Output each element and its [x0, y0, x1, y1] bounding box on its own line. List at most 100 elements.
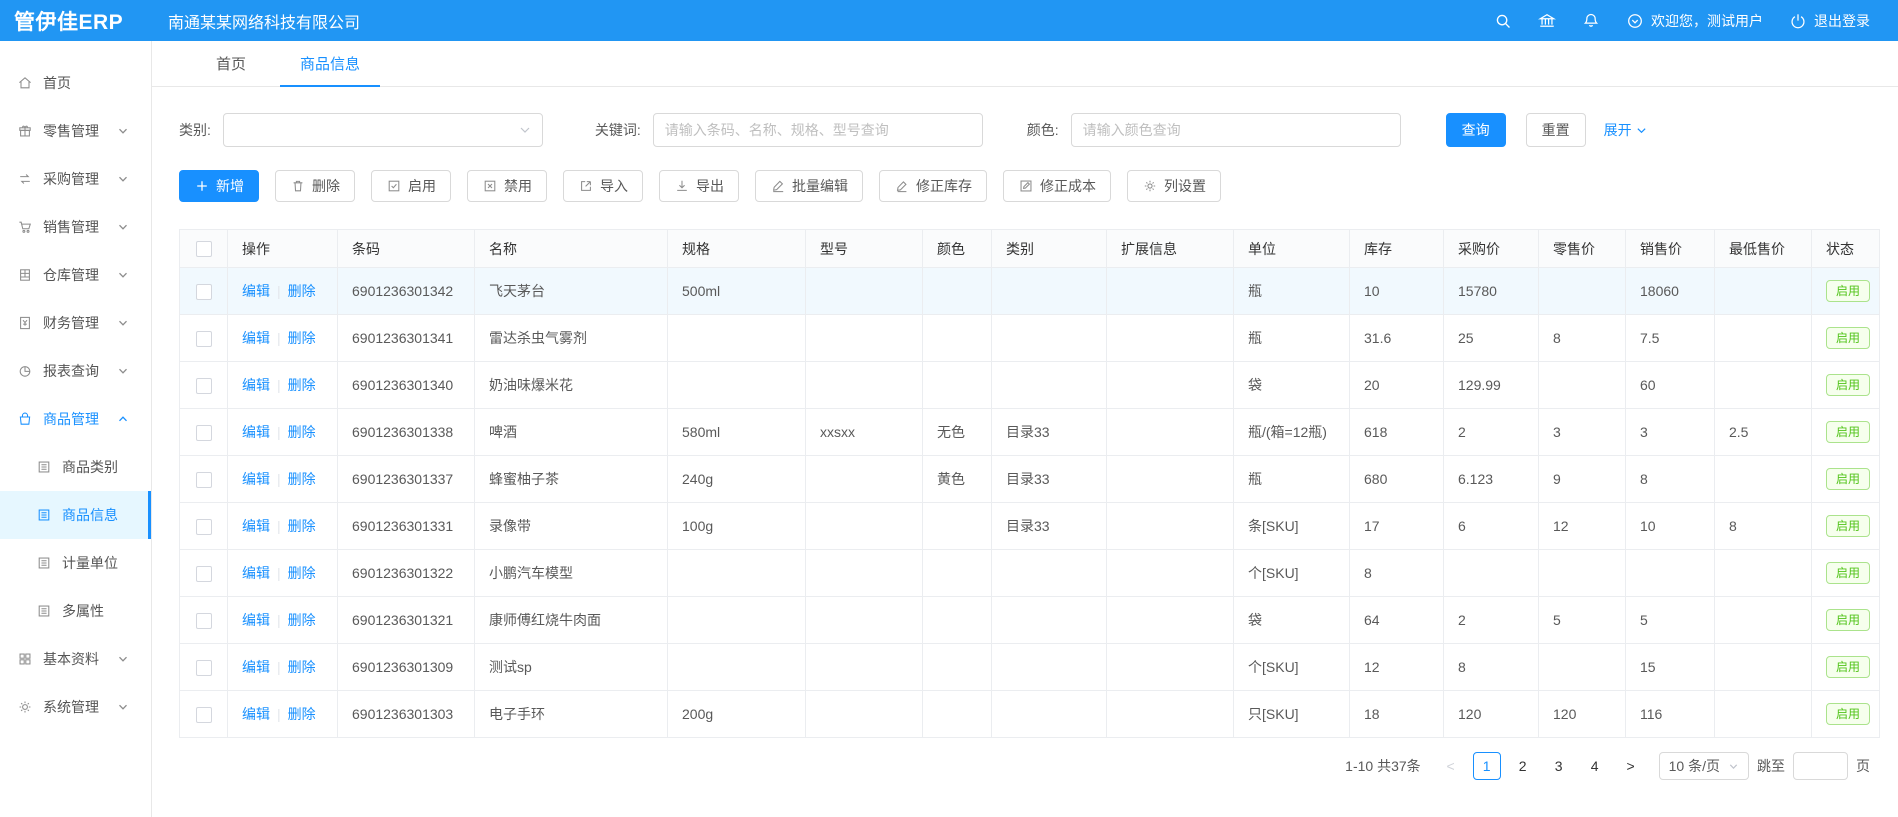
status-badge[interactable]: 启用	[1826, 374, 1870, 396]
status-badge[interactable]: 启用	[1826, 468, 1870, 490]
sidebar-item-商品管理[interactable]: 商品管理	[0, 395, 151, 443]
button-label: 列设置	[1164, 176, 1206, 196]
category-select[interactable]	[223, 113, 543, 147]
jump-to-input[interactable]	[1793, 752, 1848, 780]
delete-link[interactable]: 删除	[288, 612, 316, 628]
导入-button[interactable]: 导入	[563, 170, 643, 202]
edit-link[interactable]: 编辑	[242, 424, 270, 440]
logout-text: 退出登录	[1814, 11, 1870, 31]
edit-link[interactable]: 编辑	[242, 471, 270, 487]
sidebar-item-报表查询[interactable]: 报表查询	[0, 347, 151, 395]
row-checkbox[interactable]	[196, 660, 212, 676]
status-badge[interactable]: 启用	[1826, 421, 1870, 443]
导出-button[interactable]: 导出	[659, 170, 739, 202]
tab-首页[interactable]: 首页	[196, 41, 266, 86]
row-select-cell	[180, 644, 228, 691]
cell-sale: 18060	[1626, 268, 1715, 315]
edit-link[interactable]: 编辑	[242, 706, 270, 722]
page-button-4[interactable]: 4	[1581, 752, 1609, 780]
status-badge[interactable]: 启用	[1826, 280, 1870, 302]
button-label: 修正成本	[1040, 176, 1096, 196]
welcome-text: 欢迎您，测试用户	[1651, 11, 1763, 31]
sidebar-subitem-多属性[interactable]: 多属性	[0, 587, 151, 635]
user-menu[interactable]: 欢迎您，测试用户	[1626, 11, 1763, 31]
edit-link[interactable]: 编辑	[242, 283, 270, 299]
edit-link[interactable]: 编辑	[242, 565, 270, 581]
delete-link[interactable]: 删除	[288, 706, 316, 722]
row-checkbox[interactable]	[196, 707, 212, 723]
edit-link[interactable]: 编辑	[242, 612, 270, 628]
delete-link[interactable]: 删除	[288, 518, 316, 534]
reset-button[interactable]: 重置	[1526, 113, 1586, 147]
status-badge[interactable]: 启用	[1826, 656, 1870, 678]
status-badge[interactable]: 启用	[1826, 703, 1870, 725]
sidebar-item-仓库管理[interactable]: 仓库管理	[0, 251, 151, 299]
page-button-2[interactable]: 2	[1509, 752, 1537, 780]
row-checkbox[interactable]	[196, 331, 212, 347]
row-checkbox[interactable]	[196, 284, 212, 300]
row-checkbox[interactable]	[196, 425, 212, 441]
row-select-cell	[180, 315, 228, 362]
list-icon	[36, 507, 52, 523]
prev-page-button[interactable]: <	[1437, 752, 1465, 780]
edit-link[interactable]: 编辑	[242, 330, 270, 346]
禁用-button[interactable]: 禁用	[467, 170, 547, 202]
delete-link[interactable]: 删除	[288, 424, 316, 440]
page-button-1[interactable]: 1	[1473, 752, 1501, 780]
批量编辑-button[interactable]: 批量编辑	[755, 170, 863, 202]
color-input[interactable]	[1083, 122, 1389, 138]
row-checkbox[interactable]	[196, 566, 212, 582]
keyword-input[interactable]	[665, 122, 971, 138]
row-checkbox[interactable]	[196, 472, 212, 488]
page-button-3[interactable]: 3	[1545, 752, 1573, 780]
delete-link[interactable]: 删除	[288, 659, 316, 675]
sidebar-item-首页[interactable]: 首页	[0, 59, 151, 107]
row-checkbox[interactable]	[196, 519, 212, 535]
search-button[interactable]: 查询	[1446, 113, 1506, 147]
sidebar-item-基本资料[interactable]: 基本资料	[0, 635, 151, 683]
sidebar-subitem-label: 商品类别	[62, 457, 118, 477]
delete-link[interactable]: 删除	[288, 330, 316, 346]
status-badge[interactable]: 启用	[1826, 515, 1870, 537]
sidebar-subitem-计量单位[interactable]: 计量单位	[0, 539, 151, 587]
search-icon[interactable]	[1494, 12, 1512, 30]
edit-link[interactable]: 编辑	[242, 659, 270, 675]
sidebar-item-零售管理[interactable]: 零售管理	[0, 107, 151, 155]
sidebar-item-财务管理[interactable]: 财务管理	[0, 299, 151, 347]
status-badge[interactable]: 启用	[1826, 327, 1870, 349]
bell-icon[interactable]	[1582, 12, 1600, 30]
sidebar-menu: 首页零售管理采购管理销售管理仓库管理财务管理报表查询商品管理商品类别商品信息计量…	[0, 41, 152, 817]
row-checkbox[interactable]	[196, 378, 212, 394]
expand-filters-link[interactable]: 展开	[1604, 120, 1647, 140]
logout-button[interactable]: 退出登录	[1789, 11, 1870, 31]
delete-link[interactable]: 删除	[288, 377, 316, 393]
status-badge[interactable]: 启用	[1826, 609, 1870, 631]
delete-link[interactable]: 删除	[288, 283, 316, 299]
delete-link[interactable]: 删除	[288, 565, 316, 581]
列设置-button[interactable]: 列设置	[1127, 170, 1221, 202]
sidebar-item-销售管理[interactable]: 销售管理	[0, 203, 151, 251]
修正库存-button[interactable]: 修正库存	[879, 170, 987, 202]
新增-button[interactable]: 新增	[179, 170, 259, 202]
chevron-down-icon	[117, 365, 129, 377]
sidebar-subitem-商品类别[interactable]: 商品类别	[0, 443, 151, 491]
sidebar-item-采购管理[interactable]: 采购管理	[0, 155, 151, 203]
cell-barcode: 6901236301321	[338, 597, 475, 644]
cell-stock: 12	[1350, 644, 1444, 691]
edit-link[interactable]: 编辑	[242, 377, 270, 393]
edit-square-icon	[1018, 178, 1034, 194]
启用-button[interactable]: 启用	[371, 170, 451, 202]
delete-link[interactable]: 删除	[288, 471, 316, 487]
修正成本-button[interactable]: 修正成本	[1003, 170, 1111, 202]
sidebar-item-系统管理[interactable]: 系统管理	[0, 683, 151, 731]
next-page-button[interactable]: >	[1617, 752, 1645, 780]
tab-商品信息[interactable]: 商品信息	[280, 41, 380, 86]
bank-icon[interactable]	[1538, 12, 1556, 30]
select-all-checkbox[interactable]	[196, 241, 212, 257]
row-checkbox[interactable]	[196, 613, 212, 629]
page-size-select[interactable]: 10 条/页	[1659, 752, 1749, 780]
sidebar-subitem-商品信息[interactable]: 商品信息	[0, 491, 151, 539]
edit-link[interactable]: 编辑	[242, 518, 270, 534]
status-badge[interactable]: 启用	[1826, 562, 1870, 584]
删除-button[interactable]: 删除	[275, 170, 355, 202]
